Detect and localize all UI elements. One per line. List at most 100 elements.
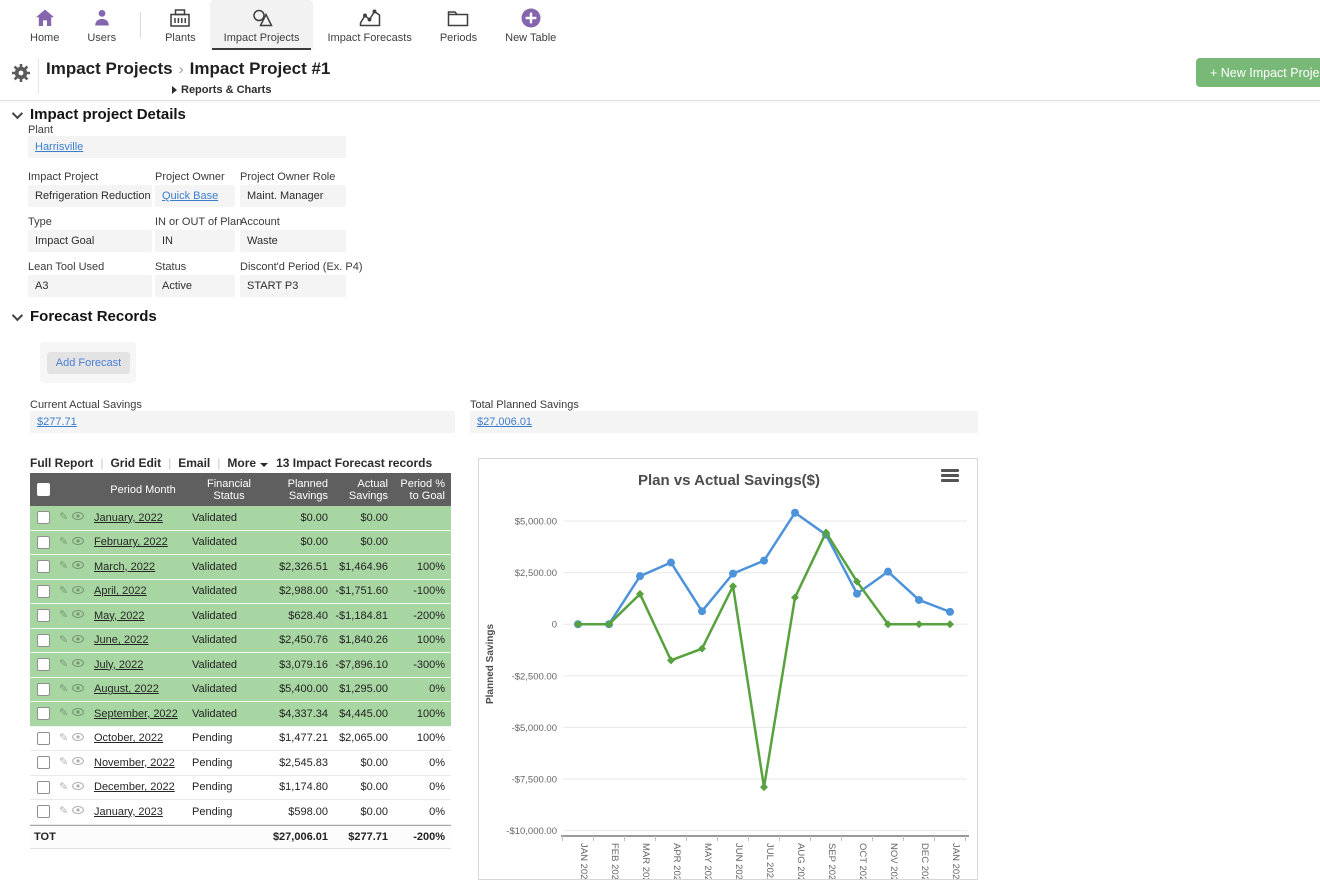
view-eye-icon[interactable]: [72, 781, 84, 794]
nav-users[interactable]: Users: [73, 0, 130, 50]
actual-savings-value: $2,065.00: [332, 732, 392, 744]
nav-home[interactable]: Home: [16, 0, 73, 50]
view-eye-icon[interactable]: [72, 756, 84, 769]
row-checkbox[interactable]: [37, 707, 50, 720]
planned-savings-value: $598.00: [266, 806, 332, 818]
nav-new-table[interactable]: New Table: [491, 0, 570, 50]
table-row: ✎January, 2022Validated$0.00$0.00: [30, 506, 451, 531]
period-month-link[interactable]: July, 2022: [94, 659, 143, 671]
edit-pencil-icon[interactable]: ✎: [59, 635, 68, 646]
field-value-box: Waste: [240, 230, 346, 252]
row-checkbox[interactable]: [37, 781, 50, 794]
field-value-link[interactable]: Quick Base: [162, 190, 218, 202]
period-month-link[interactable]: February, 2022: [94, 536, 168, 548]
row-checkbox[interactable]: [37, 536, 50, 549]
table-row: ✎June, 2022Validated$2,450.76$1,840.2610…: [30, 629, 451, 654]
period-month-link[interactable]: October, 2022: [94, 732, 163, 744]
period-month-link[interactable]: November, 2022: [94, 757, 175, 769]
row-checkbox[interactable]: [37, 683, 50, 696]
reports-charts-link[interactable]: Reports & Charts: [172, 84, 271, 96]
grid-edit-link[interactable]: Grid Edit: [110, 456, 161, 470]
planned-savings-value: $628.40: [266, 610, 332, 622]
view-eye-icon[interactable]: [72, 609, 84, 622]
edit-pencil-icon[interactable]: ✎: [59, 561, 68, 572]
nav-impact-forecasts[interactable]: Impact Forecasts: [313, 0, 425, 50]
table-header-row: Period Month Financial Status Planned Sa…: [30, 473, 451, 506]
edit-pencil-icon[interactable]: ✎: [59, 733, 68, 744]
edit-pencil-icon[interactable]: ✎: [59, 684, 68, 695]
edit-pencil-icon[interactable]: ✎: [59, 806, 68, 817]
chart-menu-button[interactable]: [941, 469, 959, 484]
view-eye-icon[interactable]: [72, 732, 84, 745]
edit-pencil-icon[interactable]: ✎: [59, 659, 68, 670]
edit-pencil-icon[interactable]: ✎: [59, 586, 68, 597]
forecast-section-heading[interactable]: Forecast Records: [10, 308, 157, 325]
total-actual: $277.71: [332, 831, 392, 843]
users-icon: [90, 4, 114, 30]
table-row: ✎September, 2022Validated$4,337.34$4,445…: [30, 702, 451, 727]
current-actual-savings-value[interactable]: $277.71: [37, 416, 77, 428]
edit-pencil-icon[interactable]: ✎: [59, 757, 68, 768]
financial-status: Pending: [192, 781, 266, 793]
data-point: [667, 656, 675, 664]
period-month-link[interactable]: January, 2023: [94, 806, 163, 818]
actual-savings-value: $4,445.00: [332, 708, 392, 720]
row-checkbox[interactable]: [37, 805, 50, 818]
new-impact-project-button[interactable]: + New Impact Project: [1196, 58, 1320, 87]
x-tick-label: JAN 2022: [578, 843, 589, 879]
edit-pencil-icon[interactable]: ✎: [59, 708, 68, 719]
top-nav: Home Users Plants Impact Projects Impac: [0, 0, 1320, 50]
nav-plants[interactable]: Plants: [151, 0, 210, 50]
row-checkbox[interactable]: [37, 732, 50, 745]
edit-pencil-icon[interactable]: ✎: [59, 610, 68, 621]
view-eye-icon[interactable]: [72, 805, 84, 818]
row-checkbox[interactable]: [37, 658, 50, 671]
col-actual-savings: Actual Savings: [332, 478, 392, 502]
view-eye-icon[interactable]: [72, 658, 84, 671]
gear-icon[interactable]: [10, 62, 32, 84]
period-month-link[interactable]: June, 2022: [94, 634, 148, 646]
data-point: [946, 608, 954, 616]
period-month-link[interactable]: March, 2022: [94, 561, 155, 573]
view-eye-icon[interactable]: [72, 634, 84, 647]
y-tick-label: -$2,500.00: [512, 671, 557, 682]
period-month-link[interactable]: April, 2022: [94, 585, 147, 597]
row-checkbox[interactable]: [37, 511, 50, 524]
total-planned-savings-value[interactable]: $27,006.01: [477, 416, 532, 428]
edit-pencil-icon[interactable]: ✎: [59, 512, 68, 523]
view-eye-icon[interactable]: [72, 707, 84, 720]
nav-periods[interactable]: Periods: [426, 0, 491, 50]
row-checkbox[interactable]: [37, 609, 50, 622]
period-month-link[interactable]: January, 2022: [94, 512, 163, 524]
view-eye-icon[interactable]: [72, 536, 84, 549]
view-eye-icon[interactable]: [72, 683, 84, 696]
period-month-link[interactable]: May, 2022: [94, 610, 145, 622]
row-checkbox[interactable]: [37, 560, 50, 573]
period-month-link[interactable]: September, 2022: [94, 708, 178, 720]
edit-pencil-icon[interactable]: ✎: [59, 537, 68, 548]
add-forecast-button[interactable]: Add Forecast: [47, 352, 130, 374]
actual-savings-value: $1,295.00: [332, 683, 392, 695]
view-eye-icon[interactable]: [72, 585, 84, 598]
full-report-link[interactable]: Full Report: [30, 456, 93, 470]
row-checkbox[interactable]: [37, 585, 50, 598]
details-section-heading[interactable]: Impact project Details: [10, 106, 186, 123]
view-eye-icon[interactable]: [72, 560, 84, 573]
email-link[interactable]: Email: [178, 456, 210, 470]
edit-pencil-icon[interactable]: ✎: [59, 782, 68, 793]
row-checkbox[interactable]: [37, 634, 50, 647]
field-value-link[interactable]: Harrisville: [35, 141, 83, 153]
select-all-checkbox[interactable]: [37, 483, 50, 496]
period-month-link[interactable]: August, 2022: [94, 683, 159, 695]
period-month-link[interactable]: December, 2022: [94, 781, 175, 793]
row-checkbox[interactable]: [37, 756, 50, 769]
field-label: IN or OUT of Plan: [155, 216, 242, 228]
nav-plants-label: Plants: [165, 32, 196, 44]
forecast-table: Full Report| Grid Edit| Email| More 13 I…: [30, 452, 451, 849]
period-pct-value: -200%: [392, 610, 451, 622]
actual-savings-value: $0.00: [332, 757, 392, 769]
breadcrumb-impact-projects[interactable]: Impact Projects: [46, 59, 173, 78]
view-eye-icon[interactable]: [72, 511, 84, 524]
nav-impact-projects[interactable]: Impact Projects: [210, 0, 314, 50]
more-menu-button[interactable]: More: [227, 456, 268, 470]
